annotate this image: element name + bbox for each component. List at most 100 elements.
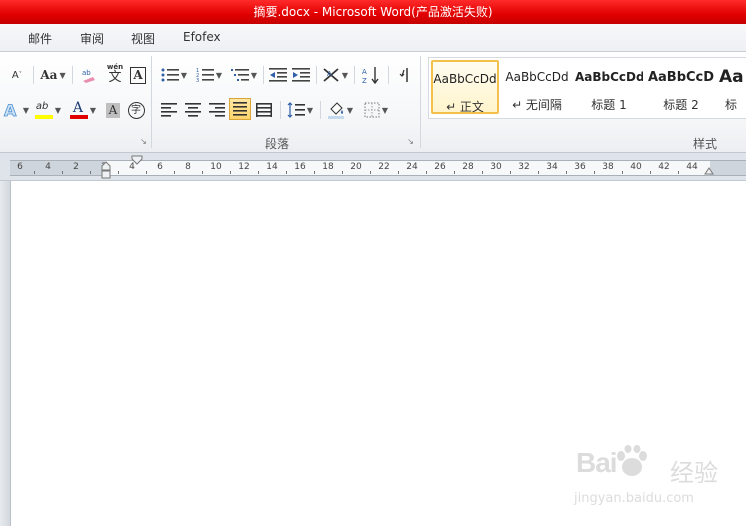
ribbon-tabs: 邮件 审阅 视图 Efofex [0, 24, 746, 52]
paragraph-group-label: 段落 [265, 137, 290, 151]
ruler-tick [62, 171, 63, 174]
ruler-tick [398, 171, 399, 174]
style-heading-1[interactable]: AaBbCcDd 标题 1 [575, 60, 643, 114]
character-shading-button[interactable]: A [104, 99, 122, 121]
ruler-tick [678, 171, 679, 174]
ruler-tick [342, 171, 343, 174]
ruler-label: 40 [630, 162, 642, 172]
svg-text:A: A [362, 68, 367, 76]
ruler-tick [230, 171, 231, 174]
ruler-label: 14 [266, 162, 278, 172]
paw-icon [617, 445, 647, 476]
ruler-label: 18 [322, 162, 334, 172]
multilevel-list-button[interactable]: ▼ [228, 64, 260, 86]
ruler-bar[interactable]: 6422468101214161820222426283032343638404… [10, 160, 746, 176]
ruler-label: 42 [658, 162, 670, 172]
ruler-label: 16 [294, 162, 306, 172]
separator [354, 66, 355, 84]
text-effects-button[interactable]: A ▼ [2, 99, 30, 121]
shading-button[interactable]: ▼ [325, 99, 355, 121]
ruler-label: 24 [406, 162, 418, 172]
watermark-brand-cn: 经验 [670, 459, 718, 487]
ruler-right-margin [710, 161, 746, 175]
ruler-label: 34 [546, 162, 558, 172]
ruler-tick [370, 171, 371, 174]
sort-button[interactable]: AZ [360, 64, 382, 86]
ruler-label: 30 [490, 162, 502, 172]
right-indent-marker[interactable] [704, 163, 714, 175]
clear-format-icon[interactable]: ab [78, 64, 100, 86]
numbering-button[interactable]: 1 2 3 ▼ [193, 64, 225, 86]
decrease-indent-button[interactable] [267, 64, 289, 86]
ruler-tick [286, 171, 287, 174]
ruler-tick [538, 171, 539, 174]
separator [33, 66, 34, 84]
shrink-font-button[interactable]: Aˇ [4, 64, 30, 86]
styles-group-label: 样式 [693, 137, 718, 151]
ruler-tick [258, 171, 259, 174]
first-line-indent-marker[interactable] [131, 155, 143, 165]
phonetic-guide-button[interactable]: wén 文 [103, 62, 127, 84]
change-case-button[interactable]: Aa ▼ [38, 64, 68, 86]
style-no-spacing[interactable]: AaBbCcDd ↵ 无间隔 [503, 60, 571, 114]
highlight-color-button[interactable]: ab ▼ [33, 99, 63, 121]
show-formatting-marks-button[interactable] [395, 64, 415, 86]
watermark-brand: Bai [576, 447, 618, 478]
ruler-label: 32 [518, 162, 530, 172]
align-left-button[interactable] [158, 99, 180, 121]
ruler-tick [566, 171, 567, 174]
svg-text:3: 3 [196, 78, 199, 83]
borders-button[interactable]: ▼ [361, 99, 391, 121]
svg-text:A: A [4, 101, 17, 119]
baidu-jingyan-watermark: Bai 经验 jingyan.baidu.com [560, 445, 740, 515]
text-direction-button[interactable]: A ▼ [320, 64, 350, 86]
distributed-button[interactable] [253, 99, 275, 121]
increase-indent-button[interactable] [290, 64, 312, 86]
separator [280, 101, 281, 119]
font-dialog-launcher[interactable]: ↘ [139, 137, 148, 146]
enclose-characters-button[interactable]: 字 [126, 99, 146, 121]
line-spacing-button[interactable]: ▼ [285, 99, 315, 121]
ruler-label: 12 [238, 162, 250, 172]
svg-text:Z: Z [362, 77, 367, 84]
ruler-tick [650, 171, 651, 174]
paragraph-dialog-launcher[interactable]: ↘ [406, 137, 415, 146]
document-left-border [0, 181, 11, 526]
left-indent-marker[interactable] [101, 156, 111, 182]
ruler-label: 38 [602, 162, 614, 172]
separator [388, 66, 389, 84]
horizontal-ruler[interactable]: 6422468101214161820222426283032343638404… [0, 153, 746, 181]
tab-view[interactable]: 视图 [131, 30, 155, 47]
ruler-label: 22 [378, 162, 390, 172]
ruler-tick [622, 171, 623, 174]
justify-button[interactable] [229, 98, 251, 120]
ruler-label: 4 [45, 162, 51, 172]
ruler-tick [34, 171, 35, 174]
align-right-button[interactable] [206, 99, 228, 121]
ruler-label: 8 [185, 162, 191, 172]
tab-mailings[interactable]: 邮件 [28, 30, 52, 47]
watermark-url: jingyan.baidu.com [574, 491, 694, 506]
tab-efofex[interactable]: Efofex [183, 30, 221, 44]
font-color-button[interactable]: A ▼ [68, 99, 98, 121]
ruler-tick [510, 171, 511, 174]
bullets-button[interactable]: ▼ [158, 64, 190, 86]
style-heading-2[interactable]: AaBbCcD 标题 2 [647, 60, 715, 114]
ruler-tick [118, 171, 119, 174]
svg-text:ab: ab [82, 69, 91, 77]
separator [72, 66, 73, 84]
separator [320, 101, 321, 119]
separator [263, 66, 264, 84]
svg-text:A: A [327, 70, 332, 78]
tab-review[interactable]: 审阅 [80, 30, 104, 47]
ruler-tick [454, 171, 455, 174]
style-title[interactable]: Aa 标 [719, 60, 746, 114]
group-separator [151, 56, 152, 148]
ruler-tick [426, 171, 427, 174]
ruler-label: 26 [434, 162, 446, 172]
style-normal[interactable]: AaBbCcDd ↵ 正文 [431, 60, 499, 114]
ruler-tick [90, 171, 91, 174]
character-border-button[interactable]: A [128, 64, 148, 86]
align-center-button[interactable] [182, 99, 204, 121]
ruler-tick [174, 171, 175, 174]
